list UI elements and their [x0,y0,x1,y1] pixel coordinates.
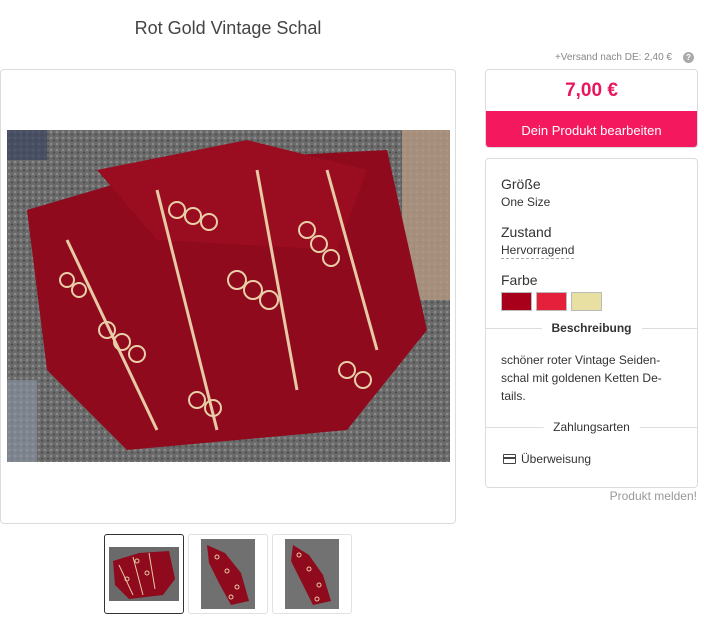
color-swatch-1[interactable] [501,292,532,311]
price-panel: 7,00 € Dein Produkt bearbeiten [485,69,698,148]
size-label: Größe [501,176,541,192]
product-title: Rot Gold Vintage Schal [134,18,322,38]
size-value: One Size [501,195,551,209]
description-header: Beschreibung [486,321,697,335]
product-photo[interactable] [7,130,450,462]
shipping-info: +Versand nach DE: 2,40 € ? [555,52,694,63]
color-swatch-2[interactable] [536,292,567,311]
description-text: schöner roter Vintage Seiden-schal mit g… [501,353,662,403]
main-image-frame[interactable] [0,69,456,524]
report-product-link[interactable]: Produkt melden! [610,489,697,503]
edit-product-button[interactable]: Dein Produkt bearbeiten [486,111,697,147]
condition-value[interactable]: Hervorragend [501,243,575,259]
color-label: Farbe [501,272,538,288]
thumbnail-2[interactable] [188,534,268,614]
payment-heading: Zahlungsarten [543,420,640,434]
color-attribute: Farbe [501,272,602,311]
thumbnail-1[interactable] [104,534,184,614]
thumbnail-strip [104,534,352,614]
payment-method-label: Überweisung [521,452,592,466]
credit-card-icon [503,454,516,464]
shipping-text: +Versand nach DE: 2,40 € [554,52,672,63]
payment-header: Zahlungsarten [486,420,697,434]
condition-attribute: Zustand Hervorragend [501,224,575,259]
price: 7,00 € [565,79,618,101]
thumbnail-3[interactable] [272,534,352,614]
size-attribute: Größe One Size [501,176,550,209]
condition-label: Zustand [501,224,552,240]
details-panel: Größe One Size Zustand Hervorragend Farb… [485,158,698,488]
color-swatch-3[interactable] [571,292,602,311]
description-heading: Beschreibung [541,321,642,335]
payment-method: Überweisung [503,452,591,466]
color-swatches [501,292,602,311]
help-icon[interactable]: ? [683,52,694,63]
